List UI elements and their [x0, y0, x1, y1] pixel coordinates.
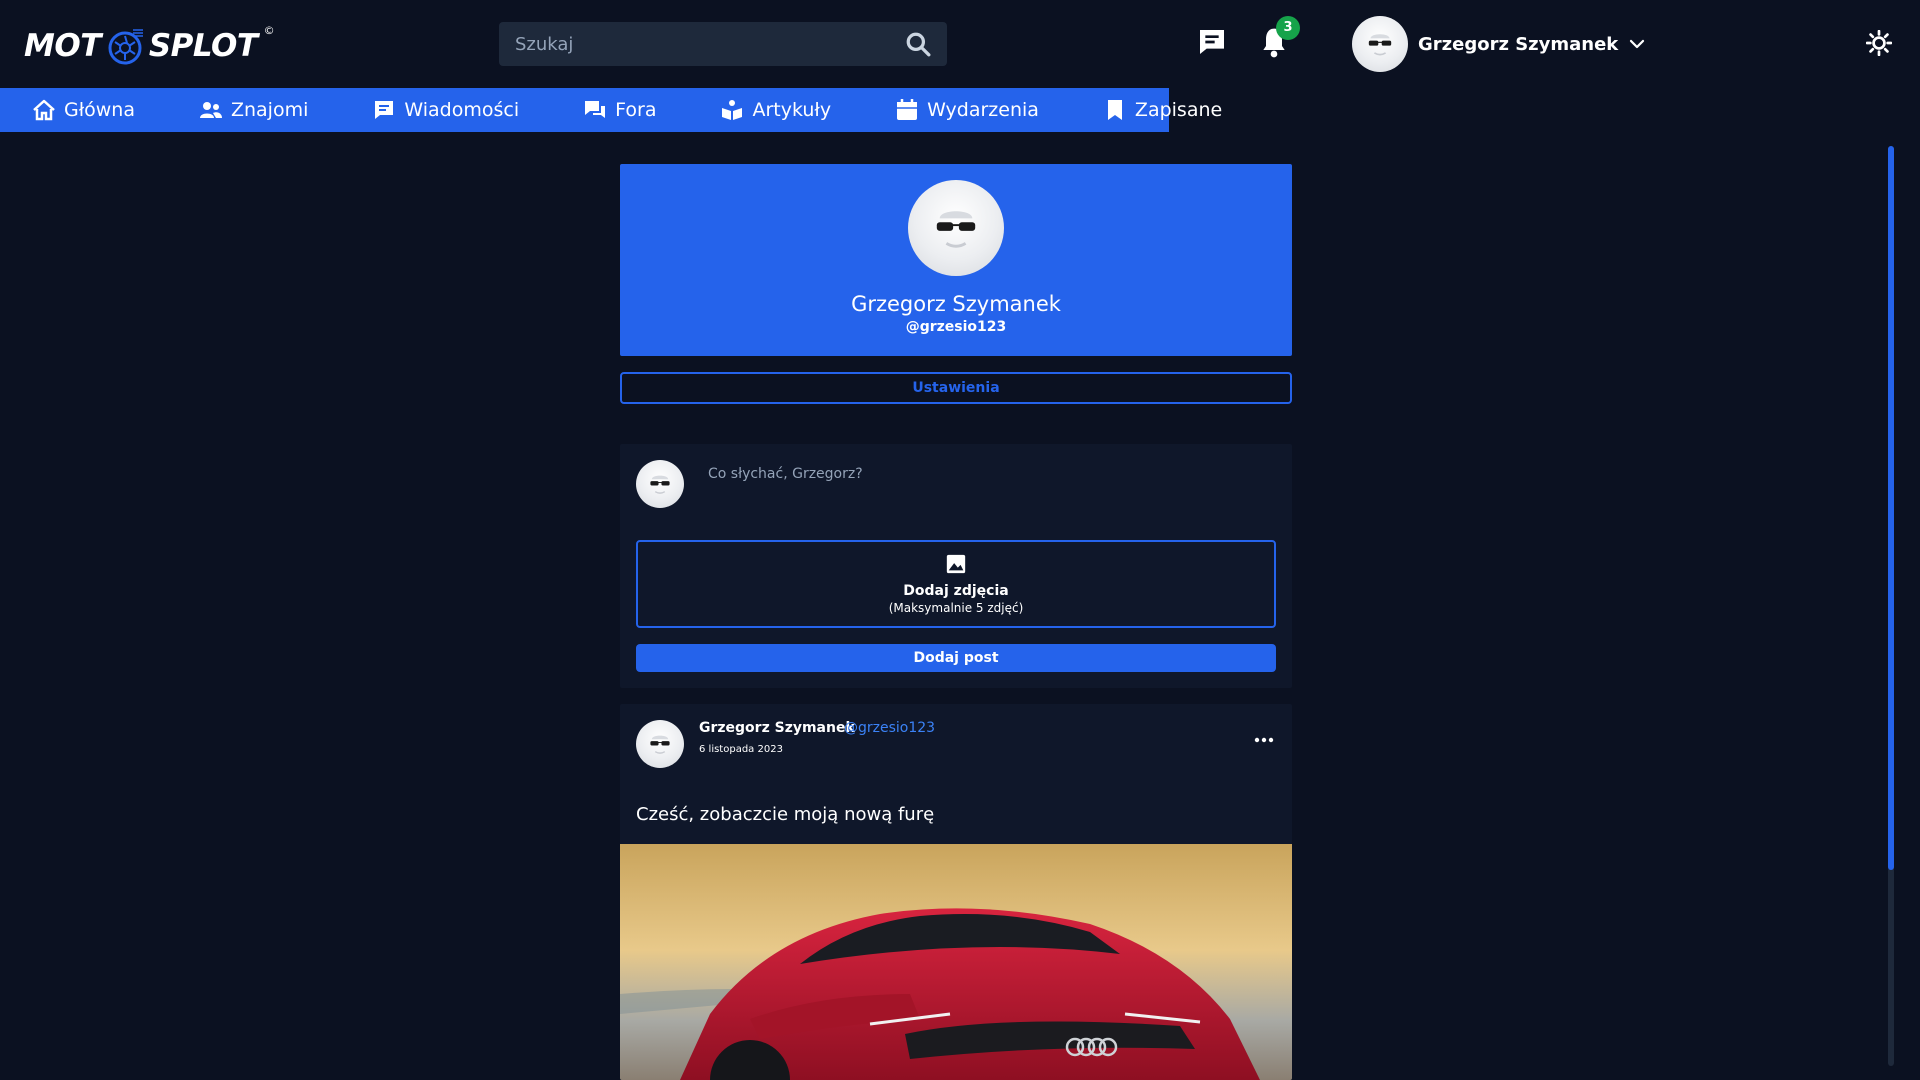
- nav-item-forums[interactable]: Fora: [583, 88, 656, 132]
- add-photos-label: Dodaj zdjęcia: [903, 583, 1009, 599]
- post-author-name[interactable]: Grzegorz Szymanek: [699, 720, 855, 736]
- add-photos-hint: (Maksymalnie 5 zdjęć): [888, 601, 1024, 615]
- avatar-sunglasses-icon: [650, 475, 670, 494]
- main-nav: Główna Znajomi Wiadomości Fora Artykuły: [0, 88, 1222, 132]
- users-icon: [199, 102, 222, 118]
- articles-icon: [722, 100, 743, 120]
- nav-item-messages[interactable]: Wiadomości: [372, 88, 519, 132]
- settings-button[interactable]: Ustawienia: [620, 372, 1292, 404]
- header-user-name: Grzegorz Szymanek: [1418, 33, 1619, 55]
- composer-avatar: [636, 460, 684, 508]
- search-bar[interactable]: [499, 22, 947, 66]
- post-author-handle[interactable]: @grzesio123: [844, 720, 935, 736]
- profile-handle: @grzesio123: [905, 319, 1007, 335]
- logo[interactable]: MOT SPLOT ©: [24, 24, 275, 68]
- post-composer: Dodaj zdjęcia (Maksymalnie 5 zdjęć) Doda…: [620, 444, 1292, 688]
- post-text-input[interactable]: [708, 466, 1268, 518]
- more-horizontal-icon[interactable]: [1252, 734, 1276, 746]
- profile-name: Grzegorz Szymanek: [851, 292, 1061, 316]
- nav-item-label: Znajomi: [230, 99, 309, 121]
- nav-item-label: Wiadomości: [404, 99, 520, 121]
- nav-item-events[interactable]: Wydarzenia: [895, 88, 1039, 132]
- logo-copyright-mark: ©: [263, 24, 275, 37]
- nav-item-friends[interactable]: Znajomi: [199, 88, 308, 132]
- message-icon: [375, 101, 394, 119]
- nav-item-saved[interactable]: Zapisane: [1103, 88, 1222, 132]
- add-photos-button[interactable]: Dodaj zdjęcia (Maksymalnie 5 zdjęć): [636, 540, 1276, 628]
- nav-item-label: Fora: [615, 99, 657, 121]
- nav-item-label: Główna: [64, 99, 135, 121]
- post-author-avatar[interactable]: [636, 720, 684, 768]
- chat-icon[interactable]: [1196, 26, 1228, 58]
- notifications-badge: 3: [1276, 16, 1300, 40]
- nav-item-articles[interactable]: Artykuły: [720, 88, 831, 132]
- nav-item-label: Wydarzenia: [927, 99, 1039, 121]
- forum-icon: [585, 101, 606, 118]
- nav-item-label: Artykuły: [752, 99, 832, 121]
- submit-post-button[interactable]: Dodaj post: [636, 644, 1276, 672]
- logo-text-right: SPLOT: [148, 28, 258, 64]
- bookmark-icon: [1107, 100, 1122, 120]
- post-card: Grzegorz Szymanek @grzesio123 6 listopad…: [620, 704, 1292, 1080]
- profile-avatar[interactable]: [908, 180, 1004, 276]
- profile-card: Grzegorz Szymanek @grzesio123: [620, 164, 1292, 356]
- home-icon: [33, 99, 55, 121]
- calendar-icon: [897, 99, 918, 120]
- nav-item-label: Zapisane: [1134, 99, 1223, 121]
- post-date: 6 listopada 2023: [699, 744, 783, 755]
- avatar: [1352, 16, 1408, 72]
- chevron-down-icon[interactable]: [1628, 35, 1646, 53]
- sun-icon[interactable]: [1866, 30, 1892, 56]
- search-icon[interactable]: [905, 31, 931, 57]
- avatar-sunglasses-icon: [936, 211, 976, 248]
- user-menu[interactable]: Grzegorz Szymanek: [1352, 15, 1646, 73]
- avatar-sunglasses-icon: [650, 735, 670, 754]
- post-body-text: Cześć, zobaczcie moją nową furę: [636, 804, 935, 825]
- avatar-sunglasses-icon: [1368, 34, 1392, 56]
- image-icon: [946, 554, 966, 574]
- search-input[interactable]: [515, 33, 905, 55]
- scrollbar-thumb[interactable]: [1888, 146, 1894, 870]
- post-car-photo[interactable]: [620, 844, 1292, 1080]
- top-header: MOT SPLOT © 3: [0, 0, 1920, 88]
- nav-item-home[interactable]: Główna: [32, 88, 135, 132]
- turbo-logo-icon: [108, 29, 143, 65]
- logo-text-left: MOT: [24, 28, 101, 64]
